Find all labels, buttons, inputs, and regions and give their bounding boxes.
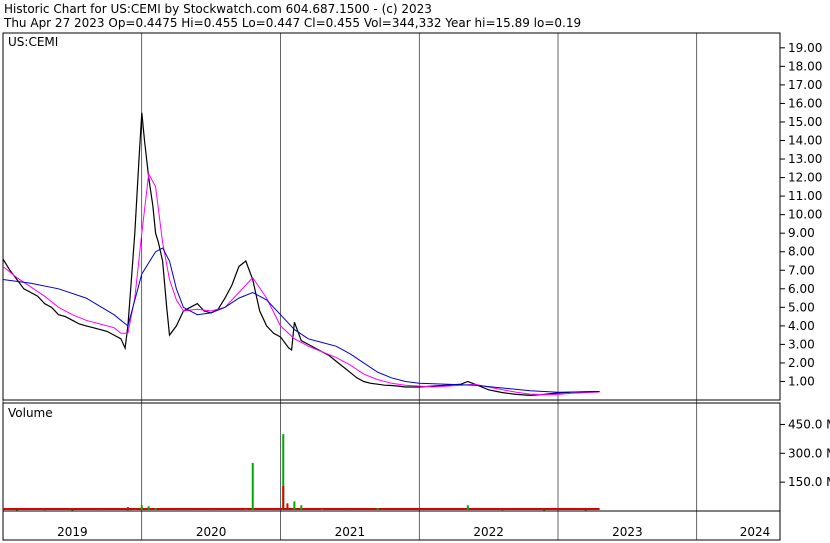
time-axis-frame bbox=[2, 510, 781, 541]
y-tick-label: 2.00 bbox=[788, 356, 815, 370]
y-tick-label: 16.00 bbox=[788, 96, 822, 110]
price-panel-frame bbox=[2, 32, 781, 401]
y-tick-label: 1.00 bbox=[788, 374, 815, 388]
chart-canvas: 2019 2020 2021 2022 2023 2024 19.00 18.00 17.00 1… bbox=[2, 32, 830, 541]
series-line-price bbox=[2, 112, 600, 397]
y-tick-label: 14.00 bbox=[788, 134, 822, 148]
x-tick-label: 2024 bbox=[740, 525, 771, 539]
x-tick-label: 2022 bbox=[473, 525, 504, 539]
series-line-ma_short bbox=[2, 172, 600, 396]
y-tick-label: 4.00 bbox=[788, 319, 815, 333]
y-tick-label: 11.00 bbox=[788, 189, 822, 203]
chart-root: 2019 2020 2021 2022 2023 2024 19.00 18.00 17.00 1… bbox=[0, 0, 830, 543]
volume-tick-label: 150.0 M bbox=[788, 475, 830, 489]
x-tick-label: 2021 bbox=[335, 525, 366, 539]
volume-tick-label: 450.0 M bbox=[788, 417, 830, 431]
x-tick-label: 2020 bbox=[196, 525, 227, 539]
y-tick-label: 5.00 bbox=[788, 300, 815, 314]
x-tick-label: 2019 bbox=[57, 525, 88, 539]
volume-panel-frame bbox=[2, 402, 781, 512]
y-tick-label: 10.00 bbox=[788, 208, 822, 222]
volume-panel-label: Volume bbox=[8, 406, 53, 420]
y-tick-label: 3.00 bbox=[788, 337, 815, 351]
price-panel-label: US:CEMI bbox=[8, 35, 58, 49]
y-tick-label: 9.00 bbox=[788, 226, 815, 240]
y-tick-label: 15.00 bbox=[788, 115, 822, 129]
y-tick-label: 12.00 bbox=[788, 171, 822, 185]
volume-tick-label: 300.0 M bbox=[788, 446, 830, 460]
y-tick-label: 18.00 bbox=[788, 59, 822, 73]
y-tick-label: 13.00 bbox=[788, 152, 822, 166]
quote-summary: Thu Apr 27 2023 Op=0.4475 Hi=0.455 Lo=0.… bbox=[4, 16, 582, 30]
y-tick-label: 17.00 bbox=[788, 78, 822, 92]
series-line-ma_long bbox=[2, 247, 600, 393]
y-tick-label: 6.00 bbox=[788, 282, 815, 296]
y-tick-label: 8.00 bbox=[788, 245, 815, 259]
y-tick-label: 7.00 bbox=[788, 263, 815, 277]
chart-title: Historic Chart for US:CEMI by Stockwatch… bbox=[4, 2, 432, 16]
y-tick-label: 19.00 bbox=[788, 41, 822, 55]
x-tick-label: 2023 bbox=[612, 525, 643, 539]
